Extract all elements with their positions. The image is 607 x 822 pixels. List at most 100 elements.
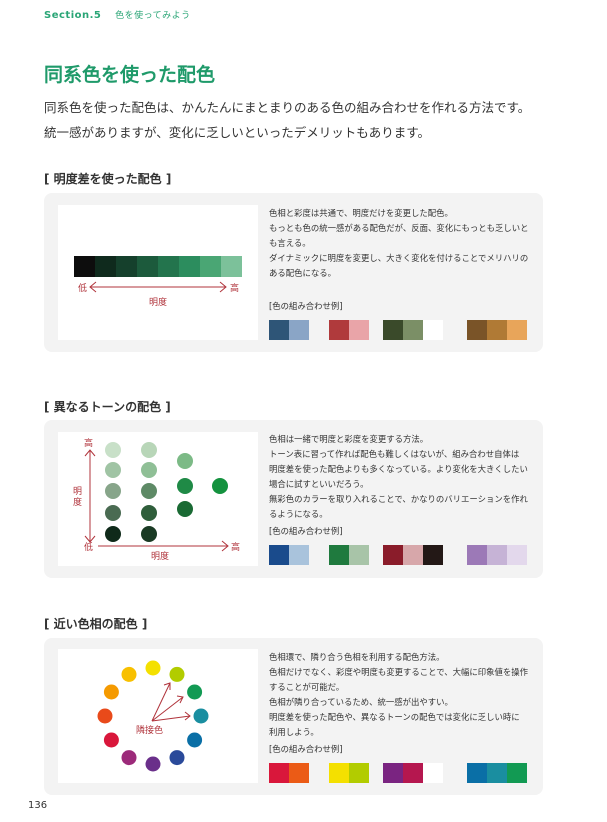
palette-group [467, 320, 527, 340]
low-label: 低 [78, 282, 87, 294]
palette-label: [色の組み合わせ例] [269, 526, 343, 536]
desc-line: トーン表に習って作れば配色も難しくはないが、組み合わせ自体は [269, 449, 520, 459]
x-high-label: 高 [231, 541, 240, 553]
gradient-swatch [74, 256, 95, 277]
desc-line: 色相は一緒で明度と彩度を変更する方法。 [269, 434, 429, 444]
color-swatch [329, 545, 349, 565]
color-swatch [349, 763, 369, 783]
tone-diagram: 高 明 度 低 高 明度 [73, 437, 240, 562]
hue-dot [145, 660, 161, 676]
page-title: 同系色を使った配色 [44, 64, 216, 86]
color-swatch [467, 763, 487, 783]
tone-dot [141, 505, 157, 521]
lightness-gradient-strip [74, 256, 242, 277]
color-swatch [423, 320, 443, 340]
palette-group [383, 763, 443, 783]
hue-dot [169, 750, 185, 766]
color-swatch [423, 545, 443, 565]
gradient-swatch [137, 256, 158, 277]
color-swatch [269, 763, 289, 783]
lightness-scale-diagram: 低 高 明度 [74, 256, 242, 308]
gradient-swatch [116, 256, 137, 277]
tone-dot [141, 462, 157, 478]
color-swatch [403, 545, 423, 565]
x-low-label: 低 [84, 541, 93, 553]
axis-label: 明度 [149, 296, 167, 308]
color-swatch [423, 763, 443, 783]
desc-line: 色相だけでなく、彩度や明度も変更することで、大幅に印象値を操作 [269, 667, 529, 677]
tone-dot [141, 483, 157, 499]
tone-dot [212, 478, 228, 494]
running-header: Section.5 色を使ってみよう [44, 8, 191, 21]
color-swatch [289, 545, 309, 565]
tone-dot [141, 526, 157, 542]
section-heading-tone: [ 異なるトーンの配色 ] [44, 400, 171, 414]
gradient-swatch [200, 256, 221, 277]
desc-line: ダイナミックに明度を変更し、大きく変化を付けることでメリハリの [269, 253, 529, 263]
desc-line: 色相と彩度は共通で、明度だけを変更した配色。 [269, 208, 453, 218]
color-wheel-diagram: 隣接色 [97, 660, 209, 772]
diagram-lightness: 低 高 明度 [58, 205, 258, 340]
color-swatch [487, 545, 507, 565]
hue-dot [103, 732, 119, 748]
color-swatch [289, 763, 309, 783]
gradient-swatch [95, 256, 116, 277]
hue-dot [187, 684, 203, 700]
diagram-adjacent: 隣接色 [58, 649, 258, 783]
palette-label: [色の組み合わせ例] [269, 744, 343, 754]
high-label: 高 [230, 282, 239, 294]
color-swatch [507, 545, 527, 565]
desc-line: もっとも色の統一感がある配色だが、反面、変化にもっとも乏しいと [269, 223, 529, 233]
description-adjacent: 色相環で、隣り合う色相を利用する配色方法。 色相だけでなく、彩度や明度も変更する… [269, 650, 537, 740]
tone-dot [105, 462, 121, 478]
desc-line: 明度差を使った配色や、異なるトーンの配色では変化に乏しい時に [269, 712, 520, 722]
tone-dot [105, 483, 121, 499]
palette-group [467, 763, 527, 783]
color-swatch [507, 763, 527, 783]
palette-group [269, 545, 309, 565]
diagram-tone: 高 明 度 低 高 明度 [58, 432, 258, 566]
color-swatch [269, 320, 289, 340]
section-heading-lightness: [ 明度差を使った配色 ] [44, 172, 172, 186]
color-swatch [487, 320, 507, 340]
color-swatch [487, 763, 507, 783]
desc-line: 場合に試すといいだろう。 [269, 479, 369, 489]
color-swatch [329, 320, 349, 340]
hue-dot [121, 666, 137, 682]
tone-dot [105, 526, 121, 542]
color-swatch [289, 320, 309, 340]
tone-dot [105, 505, 121, 521]
y-high-label: 高 [84, 437, 93, 449]
description-tone: 色相は一緒で明度と彩度を変更する方法。 トーン表に習って作れば配色も難しくはない… [269, 432, 537, 522]
palette-group [269, 320, 309, 340]
palette-group [269, 763, 309, 783]
palette-group [383, 545, 443, 565]
adjacent-label: 隣接色 [136, 724, 163, 736]
tone-dot [177, 501, 193, 517]
y-axis-label-2: 度 [73, 496, 82, 508]
hue-dot [103, 684, 119, 700]
tone-dot [105, 442, 121, 458]
hue-dot [169, 666, 185, 682]
desc-line: 色相環で、隣り合う色相を利用する配色方法。 [269, 652, 445, 662]
arrow-line [151, 682, 171, 722]
y-axis-label-1: 明 [73, 486, 82, 497]
palette-group [329, 320, 369, 340]
page-number: 136 [28, 800, 48, 811]
lead-line: 同系色を使った配色は、かんたんにまとまりのある色の組み合わせを作れる方法です。 [44, 100, 531, 115]
color-swatch [507, 320, 527, 340]
description-lightness: 色相と彩度は共通で、明度だけを変更した配色。 もっとも色の統一感がある配色だが、… [269, 206, 537, 281]
desc-line: 無彩色のカラーを取り入れることで、かなりのバリエーションを作れ [269, 494, 528, 504]
x-axis-label: 明度 [151, 550, 169, 562]
tone-dot [177, 453, 193, 469]
palette-label: [色の組み合わせ例] [269, 301, 343, 311]
desc-line: るようになる。 [269, 509, 328, 519]
gradient-swatch [179, 256, 200, 277]
palette-group [329, 763, 369, 783]
gradient-swatch [158, 256, 179, 277]
palette-group [329, 545, 369, 565]
desc-line: 明度差を使った配色よりも多くなっている。より変化を大きくしたい [269, 464, 528, 474]
palette-group [383, 320, 443, 340]
hue-dot [187, 732, 203, 748]
desc-line: することが可能だ。 [269, 682, 345, 692]
